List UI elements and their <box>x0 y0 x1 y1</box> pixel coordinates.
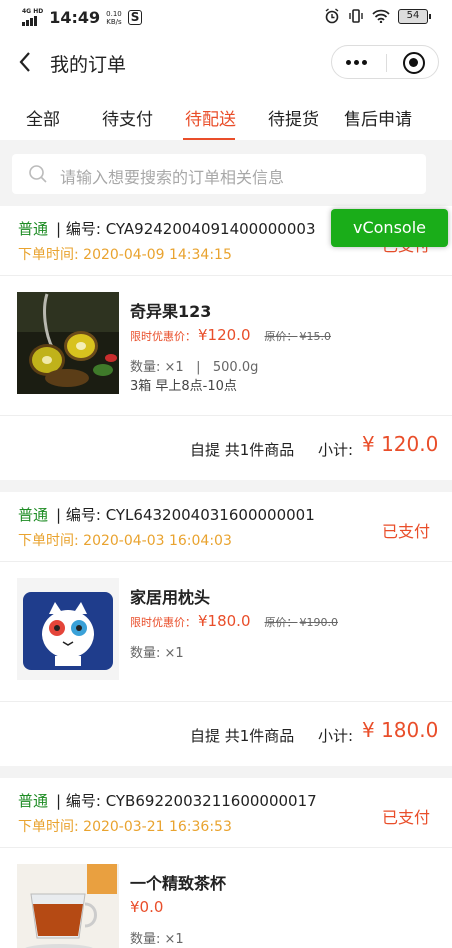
wifi-icon <box>372 9 390 23</box>
subtotal-value: ¥ 120.0 <box>362 432 439 456</box>
subtotal-label: 小计: <box>318 441 354 459</box>
price-row: 限时优惠价： ¥180.0 原价： ¥190.0 <box>130 612 338 630</box>
search-icon <box>28 164 48 184</box>
order-tabs: 全部 待支付 待配送 待提货 售后申请 <box>0 88 452 140</box>
quantity: 数量: ×1 | 500.0g <box>130 360 259 375</box>
page-title: 我的订单 <box>50 54 127 76</box>
signal-icon: 4G HD <box>22 9 43 26</box>
order-status: 已支付 <box>381 808 430 827</box>
order-goods[interactable]: 奇异果123 限时优惠价： ¥120.0 原价： ¥15.0 数量: ×1 | … <box>0 276 452 416</box>
nav-bar: 我的订单 <box>0 36 452 88</box>
order-type: 普通 <box>18 220 49 238</box>
promo-label: 限时优惠价： <box>130 330 196 343</box>
pillow-image <box>17 578 119 680</box>
kiwi-fruit-image <box>17 292 119 394</box>
capsule-divider <box>386 54 387 72</box>
tea-cup-image <box>17 864 119 948</box>
speed-value: 0.10 <box>106 9 122 18</box>
status-bar: 4G HD 14:49 0.10 KB/s S 54 <box>0 0 452 36</box>
goods-name: 家居用枕头 <box>130 588 211 607</box>
order-header: 普通 | 编号: CYL6432004031600000001 下单时间: 20… <box>0 492 452 562</box>
goods-name: 一个精致茶杯 <box>130 874 227 893</box>
order-time: 下单时间: 2020-04-09 14:34:15 <box>18 247 232 263</box>
delivery-summary: 自提 共1件商品 <box>190 441 295 459</box>
order-time: 下单时间: 2020-04-03 16:04:03 <box>18 533 232 549</box>
tab-pending-payment[interactable]: 待支付 <box>102 105 153 130</box>
order-goods[interactable]: 一个精致茶杯 ¥0.0 数量: ×1 <box>0 848 452 948</box>
promo-label: 限时优惠价： <box>130 616 196 629</box>
subtotal-label: 小计: <box>318 727 354 745</box>
mini-program-capsule <box>331 45 439 79</box>
quantity: 数量: ×1 <box>130 932 184 947</box>
battery-icon: 54 <box>398 8 431 24</box>
goods-price: ¥0.0 <box>130 898 164 916</box>
delivery-summary: 自提 共1件商品 <box>190 727 295 745</box>
tab-pending-pickup[interactable]: 待提货 <box>268 105 319 130</box>
network-speed: 0.10 KB/s <box>106 10 122 26</box>
tab-after-sales[interactable]: 售后申请 <box>344 105 412 130</box>
search-placeholder: 请输入想要搜索的订单相关信息 <box>60 168 285 187</box>
more-icon[interactable] <box>346 60 370 65</box>
alarm-icon <box>324 8 340 24</box>
order-footer: 自提 共1件商品 小计: ¥ 180.0 <box>0 702 452 766</box>
order-time: 下单时间: 2020-03-21 16:36:53 <box>18 819 232 835</box>
search-input[interactable]: 请输入想要搜索的订单相关信息 <box>12 154 426 194</box>
order-card[interactable]: 普通 | 编号: CYL6432004031600000001 下单时间: 20… <box>0 492 452 766</box>
price-row: ¥0.0 <box>130 898 163 916</box>
goods-name: 奇异果123 <box>130 302 212 321</box>
order-type: 普通 <box>18 792 49 810</box>
subtotal-value: ¥ 180.0 <box>362 718 439 742</box>
network-type: 4G HD <box>22 8 44 15</box>
original-price: ¥15.0 <box>299 330 332 343</box>
order-number: | 编号: CYA9242004091400000003 <box>56 220 316 238</box>
original-label: 原价： <box>264 330 298 343</box>
order-card[interactable]: 普通 | 编号: CYA9242004091400000003 下单时间: 20… <box>0 206 452 480</box>
order-number: | 编号: CYL6432004031600000001 <box>56 506 315 524</box>
promo-price: ¥180.0 <box>198 612 251 630</box>
back-icon[interactable] <box>14 48 38 76</box>
order-goods[interactable]: 家居用枕头 限时优惠价： ¥180.0 原价： ¥190.0 数量: ×1 <box>0 562 452 702</box>
original-label: 原价： <box>264 616 298 629</box>
quantity: 数量: ×1 <box>130 646 184 661</box>
status-time: 14:49 <box>49 8 101 27</box>
order-number: | 编号: CYB6922003211600000017 <box>56 792 317 810</box>
delivery-slot: 3箱 早上8点-10点 <box>130 379 237 394</box>
tab-pending-delivery[interactable]: 待配送 <box>185 105 236 130</box>
order-type: 普通 <box>18 506 49 524</box>
order-footer: 自提 共1件商品 小计: ¥ 120.0 <box>0 416 452 480</box>
tab-all[interactable]: 全部 <box>26 105 60 130</box>
search-section: 请输入想要搜索的订单相关信息 <box>0 140 452 206</box>
speed-unit: KB/s <box>106 17 122 26</box>
promo-price: ¥120.0 <box>198 326 251 344</box>
vibrate-icon <box>348 8 364 24</box>
close-target-icon[interactable] <box>403 52 425 74</box>
order-status: 已支付 <box>381 522 430 541</box>
original-price: ¥190.0 <box>299 616 339 629</box>
price-row: 限时优惠价： ¥120.0 原价： ¥15.0 <box>130 326 331 344</box>
order-card[interactable]: 普通 | 编号: CYB6922003211600000017 下单时间: 20… <box>0 778 452 948</box>
vconsole-button[interactable]: vConsole <box>331 209 448 247</box>
app-notification-icon: S <box>127 10 143 25</box>
order-header: 普通 | 编号: CYB6922003211600000017 下单时间: 20… <box>0 778 452 848</box>
